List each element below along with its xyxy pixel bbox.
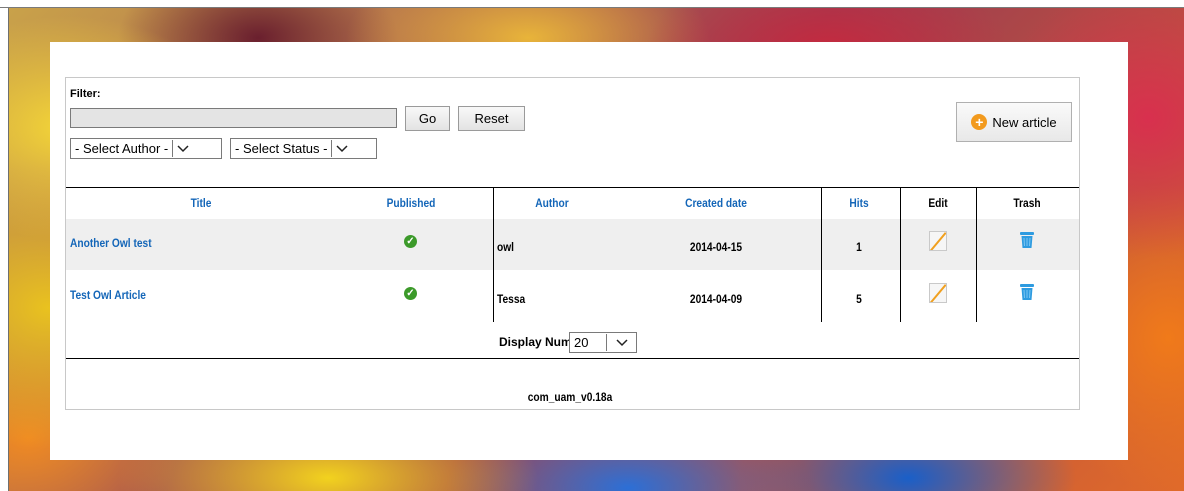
status-select-value: - Select Status - xyxy=(235,141,328,156)
new-article-button[interactable]: + New article xyxy=(956,102,1072,142)
row-created-date: 2014-04-09 xyxy=(689,292,743,306)
chevron-down-icon xyxy=(331,140,352,157)
row-title-link[interactable]: Test Owl Article xyxy=(70,288,146,302)
pencil-icon[interactable] xyxy=(929,283,947,303)
column-divider xyxy=(976,187,977,322)
header-title[interactable]: Title xyxy=(191,196,212,210)
new-article-label: New article xyxy=(992,114,1057,130)
author-select-value: - Select Author - xyxy=(75,141,169,156)
header-hits[interactable]: Hits xyxy=(849,196,868,210)
check-circle-icon[interactable]: ✓ xyxy=(404,287,417,300)
go-button[interactable]: Go xyxy=(405,106,450,131)
trash-icon[interactable] xyxy=(1019,231,1035,249)
row-hits: 5 xyxy=(856,292,862,306)
display-num-value: 20 xyxy=(574,335,589,350)
chevron-down-icon xyxy=(606,334,636,351)
display-num-label: Display Num xyxy=(499,335,572,349)
column-divider xyxy=(900,187,901,322)
pencil-icon[interactable] xyxy=(929,231,947,251)
window-left-border xyxy=(0,8,9,491)
column-divider xyxy=(493,187,494,322)
check-circle-icon[interactable]: ✓ xyxy=(404,235,417,248)
row-hits: 1 xyxy=(856,240,862,254)
articles-manager: Filter: Go Reset - Select Author - - Sel… xyxy=(65,77,1080,410)
filter-input[interactable] xyxy=(70,108,397,128)
header-edit: Edit xyxy=(928,196,948,210)
display-num-select[interactable]: 20 xyxy=(569,332,637,353)
header-trash: Trash xyxy=(1013,196,1041,210)
table-row-highlight xyxy=(66,219,1079,270)
row-author: owl xyxy=(497,240,514,254)
row-created-date: 2014-04-15 xyxy=(689,240,743,254)
plus-circle-icon: + xyxy=(971,114,988,130)
content-panel: Filter: Go Reset - Select Author - - Sel… xyxy=(50,42,1128,460)
window-top-border xyxy=(0,7,1184,8)
row-title-link[interactable]: Another Owl test xyxy=(70,236,152,250)
author-select[interactable]: - Select Author - xyxy=(70,138,222,159)
header-created-date[interactable]: Created date xyxy=(685,196,747,210)
column-divider xyxy=(821,187,822,322)
header-author[interactable]: Author xyxy=(535,196,568,210)
chevron-down-icon xyxy=(172,140,193,157)
table-header-border xyxy=(66,187,1079,188)
status-select[interactable]: - Select Status - xyxy=(230,138,377,159)
trash-icon[interactable] xyxy=(1019,283,1035,301)
row-author: Tessa xyxy=(497,292,526,306)
filter-label: Filter: xyxy=(70,88,101,100)
table-footer-border xyxy=(66,358,1079,359)
reset-button[interactable]: Reset xyxy=(458,106,525,131)
version-footer: com_uam_v0.18a xyxy=(527,390,613,404)
header-published[interactable]: Published xyxy=(387,196,436,210)
